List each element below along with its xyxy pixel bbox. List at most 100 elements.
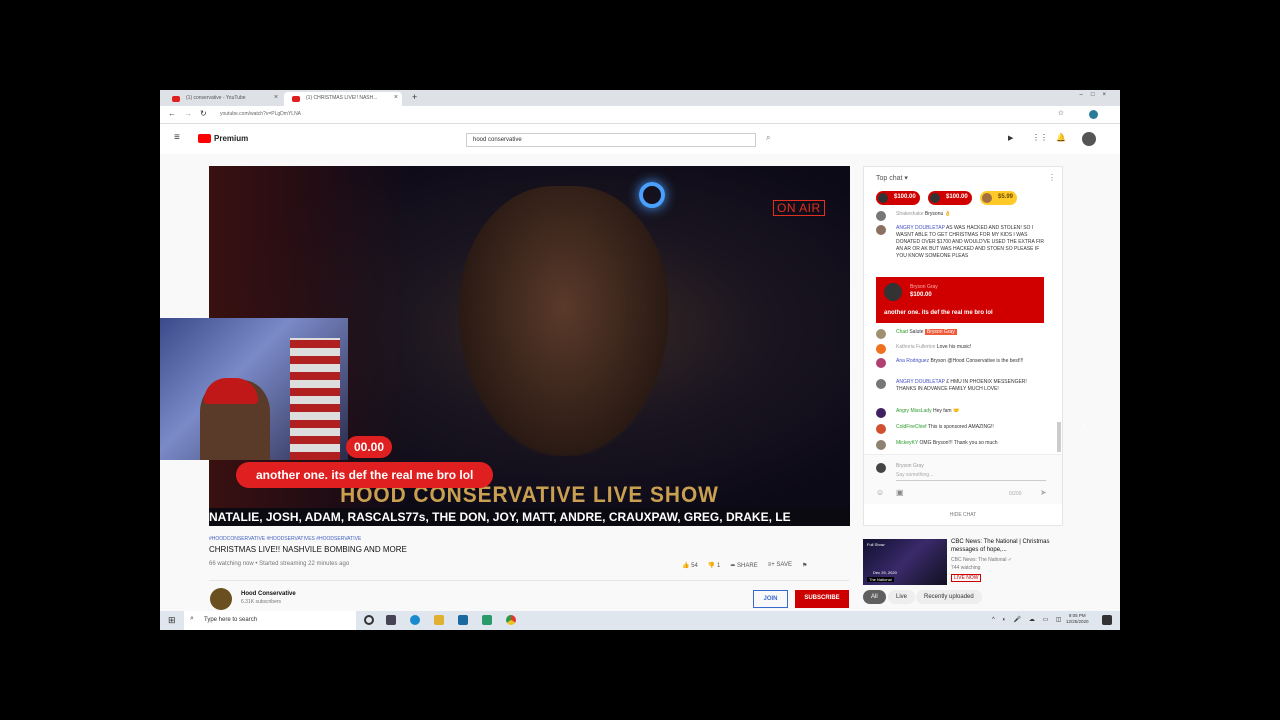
hide-chat-button[interactable]: HIDE CHAT bbox=[864, 512, 1062, 518]
user-avatar bbox=[876, 463, 886, 473]
chat-text: Love his music! bbox=[936, 344, 972, 350]
windows-start-icon[interactable]: ⊞ bbox=[168, 615, 176, 626]
notifications-bell-icon[interactable]: 🔔 bbox=[1056, 133, 1066, 142]
superchat-text: another one. its def the real me bro lol bbox=[884, 310, 993, 316]
chat-message: ANGRY DOUBLETAP AS WAS HACKED AND STOLEN… bbox=[876, 225, 1046, 260]
account-avatar[interactable] bbox=[1082, 132, 1096, 146]
chat-scrollbar[interactable] bbox=[1057, 422, 1061, 452]
new-tab-button[interactable]: + bbox=[412, 92, 417, 102]
youtube-logo-icon[interactable] bbox=[198, 134, 211, 143]
cortana-icon[interactable] bbox=[364, 615, 374, 625]
chat-mode-dropdown[interactable]: Top chat ▾ bbox=[876, 174, 908, 182]
chat-author[interactable]: Kathoria Fullerton bbox=[896, 344, 935, 350]
apps-grid-icon[interactable]: ⋮⋮ bbox=[1032, 133, 1048, 142]
chrome-icon[interactable] bbox=[506, 615, 516, 625]
task-view-icon[interactable] bbox=[386, 615, 396, 625]
window-controls[interactable]: –□× bbox=[1080, 92, 1114, 98]
hashtags[interactable]: #HOODCONSERVATIVE #HOODSERVATIVES #HOODS… bbox=[209, 536, 361, 542]
tab-christmas-live[interactable]: (1) CHRISTMAS LIVE!! NASH... × bbox=[284, 92, 402, 106]
video-meta: 66 watching now • Started streaming 22 m… bbox=[209, 561, 350, 567]
chat-text: Hey fam 🤝 bbox=[932, 408, 960, 414]
channel-avatar[interactable] bbox=[210, 588, 232, 610]
chat-author[interactable]: Chad bbox=[896, 329, 908, 335]
notifications-icon[interactable] bbox=[1102, 615, 1112, 625]
live-now-badge: LIVE NOW bbox=[951, 574, 982, 582]
profile-avatar[interactable] bbox=[1089, 110, 1098, 119]
like-count: 54 bbox=[691, 563, 698, 569]
on-air-sign: ON AIR bbox=[773, 200, 825, 216]
like-button[interactable]: 👍 54 bbox=[682, 562, 698, 569]
store-icon[interactable] bbox=[458, 615, 468, 625]
channel-name[interactable]: Hood Conservative bbox=[241, 591, 296, 597]
chat-author[interactable]: MickeyKY bbox=[896, 440, 918, 446]
taskbar-search[interactable]: ⌕ Type here to search bbox=[184, 611, 356, 630]
chat-author[interactable]: ColdFireChief bbox=[896, 424, 927, 430]
taskbar-search-placeholder: Type here to search bbox=[204, 617, 258, 623]
related-channel[interactable]: CBC News: The National ✓ bbox=[951, 557, 1012, 563]
join-button[interactable]: JOIN bbox=[753, 590, 788, 608]
filter-chip-all[interactable]: All bbox=[863, 590, 886, 604]
live-chat-panel: Top chat ▾ ⋮ $100.00 $100.00 $5.99 Shake… bbox=[863, 166, 1063, 526]
chat-author[interactable]: Shakeshake bbox=[896, 211, 924, 217]
share-label: SHARE bbox=[737, 563, 758, 569]
chat-more-icon[interactable]: ⋮ bbox=[1048, 173, 1056, 182]
chat-text: Brysonu 👌 bbox=[924, 211, 951, 217]
chat-message: Ana Rodriguez Bryson @Hood Conservative … bbox=[876, 358, 1046, 368]
menu-icon[interactable]: ≡ bbox=[174, 132, 180, 143]
back-icon[interactable]: ← bbox=[168, 109, 176, 118]
superchat-avatar bbox=[884, 283, 902, 301]
dislike-button[interactable]: 👎 1 bbox=[708, 562, 721, 569]
search-input[interactable]: hood conservative bbox=[466, 133, 756, 147]
bookmark-star-icon[interactable]: ☆ bbox=[1058, 109, 1064, 117]
save-button[interactable]: ≡+ SAVE bbox=[768, 562, 792, 569]
related-watching: 744 watching bbox=[951, 565, 981, 571]
emoji-icon[interactable]: ☺ bbox=[876, 488, 884, 497]
report-flag-icon[interactable]: ⚑ bbox=[802, 562, 807, 569]
superchat-pill[interactable]: $5.99 bbox=[980, 191, 1018, 205]
superchat-pill[interactable]: $100.00 bbox=[876, 191, 920, 205]
save-label: SAVE bbox=[776, 562, 792, 568]
youtube-logo[interactable]: Premium bbox=[214, 134, 248, 143]
chat-avatar bbox=[876, 225, 886, 235]
mention-tag: Bryson Gray bbox=[924, 329, 957, 335]
send-icon[interactable]: ➤ bbox=[1040, 488, 1047, 497]
share-button[interactable]: ➦ SHARE bbox=[730, 562, 757, 569]
chat-avatar bbox=[876, 211, 886, 221]
chat-message: ColdFireChief This is sponsored AMAZING!… bbox=[876, 424, 1046, 434]
forward-icon[interactable]: → bbox=[184, 109, 192, 118]
superchat-pill[interactable]: $100.00 bbox=[928, 191, 972, 205]
chat-author[interactable]: Angry MissLady bbox=[896, 408, 932, 414]
chat-input[interactable]: Say something... bbox=[896, 472, 1046, 481]
blue-light bbox=[639, 182, 665, 208]
youtube-header: ≡ Premium hood conservative ⌕ ▶ ⋮⋮ 🔔 bbox=[160, 124, 1120, 154]
subscribe-button[interactable]: SUBSCRIBE bbox=[795, 590, 849, 608]
close-tab-icon[interactable]: × bbox=[274, 94, 278, 101]
app-icon[interactable] bbox=[482, 615, 492, 625]
create-video-icon[interactable]: ▶ bbox=[1008, 134, 1013, 142]
file-explorer-icon[interactable] bbox=[434, 615, 444, 625]
superchat-author[interactable]: Bryson Gray bbox=[910, 284, 938, 290]
filter-chip-live[interactable]: Live bbox=[888, 590, 916, 604]
close-tab-icon[interactable]: × bbox=[394, 94, 398, 101]
share-icon: ➦ bbox=[730, 563, 736, 569]
chat-author[interactable]: Ana Rodriguez bbox=[896, 358, 929, 364]
chat-avatar bbox=[876, 408, 886, 418]
superchat-icon[interactable]: ▣ bbox=[896, 488, 904, 497]
edge-icon[interactable] bbox=[410, 615, 420, 625]
chat-message: ANGRY DOUBLETAP £ HMU IN PHOENIX MESSENG… bbox=[876, 379, 1046, 393]
related-title[interactable]: CBC News: The National | Christmas messa… bbox=[951, 538, 1051, 554]
search-icon[interactable]: ⌕ bbox=[766, 133, 770, 143]
tab-conservative[interactable]: (1) conservative - YouTube × bbox=[164, 92, 282, 106]
clock[interactable]: 9:05 PM 12/25/2020 bbox=[1066, 613, 1089, 625]
related-thumbnail[interactable]: Full Show Dec 25, 2020 The National bbox=[863, 539, 947, 585]
system-tray-icons[interactable]: ^ ◐ 🎤 ☁ ▭ ◫ bbox=[992, 616, 1065, 623]
chat-avatar bbox=[876, 329, 886, 339]
filter-chip-recently-uploaded[interactable]: Recently uploaded bbox=[916, 590, 982, 604]
chat-author[interactable]: ANGRY DOUBLETAP bbox=[896, 225, 945, 231]
url-field[interactable]: youtube.com/watch?v=PLgDmYLNA bbox=[220, 111, 301, 117]
thumbs-down-icon: 👎 bbox=[707, 563, 716, 569]
chat-author[interactable]: ANGRY DOUBLETAP bbox=[896, 379, 945, 385]
clock-date: 12/25/2020 bbox=[1066, 619, 1089, 624]
reload-icon[interactable]: ↻ bbox=[200, 109, 207, 118]
chat-text: This is sponsored AMAZING!! bbox=[927, 424, 994, 430]
